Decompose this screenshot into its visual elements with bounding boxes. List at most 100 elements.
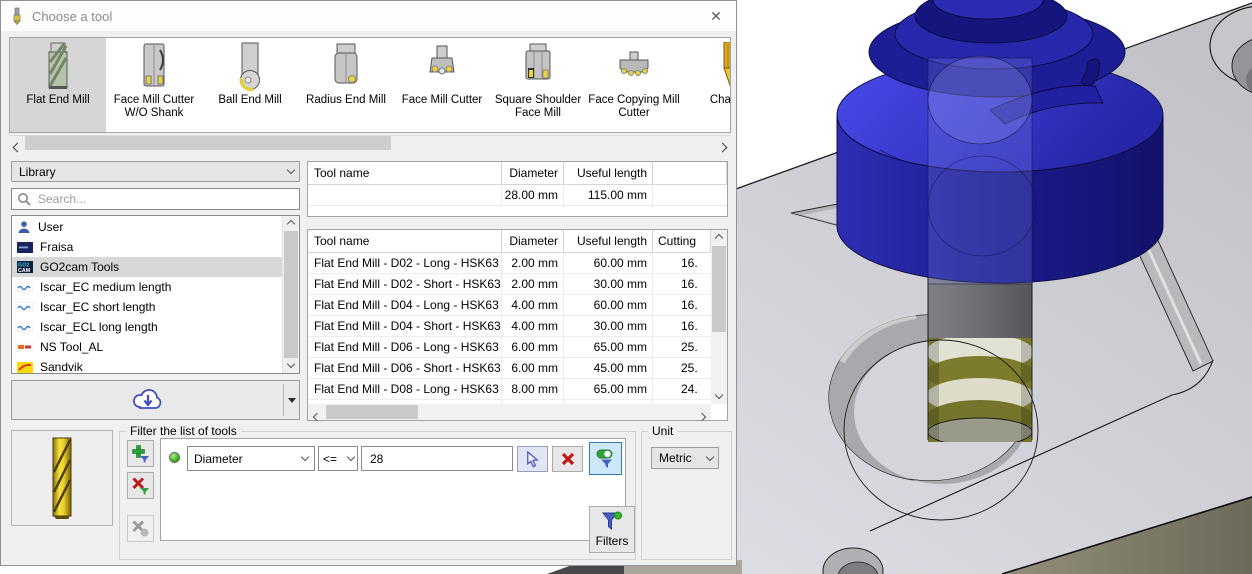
table-row[interactable]: Flat End Mill - D04 - Short - HSK63 4.00… — [308, 316, 711, 337]
filter-value-combo[interactable] — [361, 446, 535, 471]
search-input[interactable] — [36, 191, 299, 207]
sandvik-logo-icon — [17, 361, 33, 373]
library-item-user[interactable]: User — [12, 217, 283, 237]
clear-filters-button-disabled[interactable] — [127, 515, 154, 542]
chevron-down-icon — [345, 452, 357, 462]
tool-type-label: Face Mill Cutter — [401, 94, 483, 106]
current-tool-table: Tool name Diameter Useful length 28.00 m… — [307, 161, 728, 217]
dialog-titlebar[interactable]: Choose a tool ✕ — [1, 1, 736, 31]
filter-toggle-icon — [596, 449, 612, 468]
table-row[interactable]: Flat End Mill - D06 - Long - HSK63 6.00 … — [308, 337, 711, 358]
svg-text:CAM: CAM — [18, 268, 31, 273]
cell-diameter: 28.00 mm — [502, 185, 564, 205]
tool-type-square-shoulder-face-mill[interactable]: Square Shoulder Face Mill — [490, 38, 586, 132]
results-hscrollbar[interactable] — [308, 404, 711, 423]
col-header-diameter[interactable]: Diameter — [502, 230, 564, 252]
scrollbar-thumb[interactable] — [284, 231, 298, 358]
filter-enable-toggle-button[interactable] — [589, 442, 622, 475]
tool-type-scrollbar[interactable] — [9, 135, 731, 153]
pick-value-button[interactable] — [517, 446, 548, 472]
radius-end-mill-icon — [324, 40, 368, 92]
download-dropdown-button[interactable] — [284, 381, 299, 419]
red-x-icon — [561, 452, 574, 466]
close-icon[interactable]: ✕ — [706, 6, 726, 26]
tool-type-face-mill-cutter[interactable]: Face Mill Cutter — [394, 38, 490, 132]
filter-active-led — [169, 452, 180, 463]
tool-type-label: Flat End Mill — [26, 94, 90, 106]
current-tool-row[interactable]: 28.00 mm 115.00 mm — [308, 185, 727, 206]
table-row[interactable]: Flat End Mill - D06 - Short - HSK63 6.00… — [308, 358, 711, 379]
cell-tool-name — [308, 185, 502, 205]
search-box[interactable] — [11, 188, 300, 210]
library-list-scrollbar[interactable] — [282, 216, 299, 373]
results-vscrollbar[interactable] — [711, 230, 727, 404]
chevron-down-icon — [283, 165, 299, 175]
tool-type-chamfer[interactable]: Chamfe — [682, 38, 730, 132]
tool-type-face-copying-mill-cutter[interactable]: Face Copying Mill Cutter — [586, 38, 682, 132]
unit-dropdown[interactable]: Metric — [651, 447, 719, 469]
col-header-useful-length[interactable]: Useful length — [564, 230, 653, 252]
filter-group-label: Filter the list of tools — [126, 424, 241, 438]
table-row[interactable]: Flat End Mill - D04 - Long - HSK63 4.00 … — [308, 295, 711, 316]
col-header-cutting[interactable]: Cutting — [653, 230, 711, 252]
table-row[interactable]: Flat End Mill - D02 - Short - HSK63 2.00… — [308, 274, 711, 295]
table-row[interactable]: Flat End Mill - D02 - Long - HSK63 2.00 … — [308, 253, 711, 274]
library-list: User Fraisa GO2 CAM GO2cam Tools Iscar_E… — [11, 215, 300, 374]
col-header-tool-name[interactable]: Tool name — [308, 230, 502, 252]
library-dropdown[interactable]: Library — [11, 161, 300, 182]
tool-type-strip: Flat End Mill Face Mill Cutter W/O Shank — [9, 37, 731, 133]
filter-field-dropdown[interactable]: Diameter — [187, 446, 315, 471]
library-item-sandvik[interactable]: Sandvik — [12, 357, 283, 373]
library-item-iscar-ec-medium[interactable]: Iscar_EC medium length — [12, 277, 283, 297]
search-icon — [17, 192, 31, 206]
dropdown-arrow-icon — [287, 397, 296, 403]
col-header-diameter[interactable]: Diameter — [502, 162, 564, 184]
filters-button[interactable]: Filters — [589, 506, 635, 553]
library-item-ns-tool-al[interactable]: NS Tool_AL — [12, 337, 283, 357]
scroll-down-icon[interactable] — [711, 389, 727, 404]
chamfer-mill-icon — [708, 40, 730, 92]
filters-button-label: Filters — [595, 534, 629, 548]
filter-rows-area: Diameter <= — [160, 438, 626, 541]
add-filter-button[interactable] — [127, 440, 154, 467]
col-header-useful-length[interactable]: Useful length — [564, 162, 653, 184]
library-item-go2cam-tools[interactable]: GO2 CAM GO2cam Tools — [12, 257, 283, 277]
scrollbar-thumb[interactable] — [25, 136, 391, 150]
flat-end-mill-icon — [36, 40, 80, 92]
scrollbar-thumb[interactable] — [326, 405, 418, 419]
scroll-up-icon[interactable] — [283, 216, 299, 231]
library-item-iscar-ec-short[interactable]: Iscar_EC short length — [12, 297, 283, 317]
results-table: Tool name Diameter Useful length Cutting… — [307, 229, 728, 423]
col-header-tool-name[interactable]: Tool name — [308, 162, 502, 184]
iscar-logo-icon — [17, 282, 33, 292]
library-item-fraisa[interactable]: Fraisa — [12, 237, 283, 257]
filter-operator-dropdown[interactable]: <= — [318, 446, 358, 471]
download-library-button[interactable] — [11, 380, 300, 420]
tool-type-label: Face Mill Cutter W/O Shank — [113, 94, 195, 119]
disabled-clear-icon — [131, 519, 148, 536]
face-mill-cutter-icon — [420, 40, 464, 92]
chevron-down-icon — [296, 452, 314, 462]
scroll-left-icon[interactable] — [312, 409, 322, 423]
scrollbar-thumb[interactable] — [712, 246, 726, 332]
library-dropdown-value: Library — [19, 164, 56, 179]
fraisa-logo-icon — [17, 241, 33, 253]
remove-filter-button[interactable] — [127, 472, 154, 499]
tool-type-ball-end-mill[interactable]: Ball End Mill — [202, 38, 298, 132]
scroll-down-icon[interactable] — [283, 358, 299, 373]
table-header-row: Tool name Diameter Useful length — [308, 162, 727, 185]
table-row[interactable]: Flat End Mill - D08 - Long - HSK63 8.00 … — [308, 379, 711, 400]
filter-operator-value: <= — [323, 451, 338, 466]
tool-type-flat-end-mill[interactable]: Flat End Mill — [10, 38, 106, 132]
cloud-download-icon — [12, 381, 283, 419]
scroll-right-icon[interactable] — [717, 140, 728, 154]
delete-filter-row-button[interactable] — [552, 446, 583, 472]
scroll-up-icon[interactable] — [711, 230, 727, 245]
scroll-right-icon[interactable] — [697, 409, 707, 423]
tool-type-radius-end-mill[interactable]: Radius End Mill — [298, 38, 394, 132]
tool-type-face-mill-wo-shank[interactable]: Face Mill Cutter W/O Shank — [106, 38, 202, 132]
filter-value-input[interactable] — [368, 450, 527, 467]
scroll-left-icon[interactable] — [12, 140, 23, 154]
tool-type-label: Radius End Mill — [306, 94, 386, 106]
library-item-iscar-ecl-long[interactable]: Iscar_ECL long length — [12, 317, 283, 337]
